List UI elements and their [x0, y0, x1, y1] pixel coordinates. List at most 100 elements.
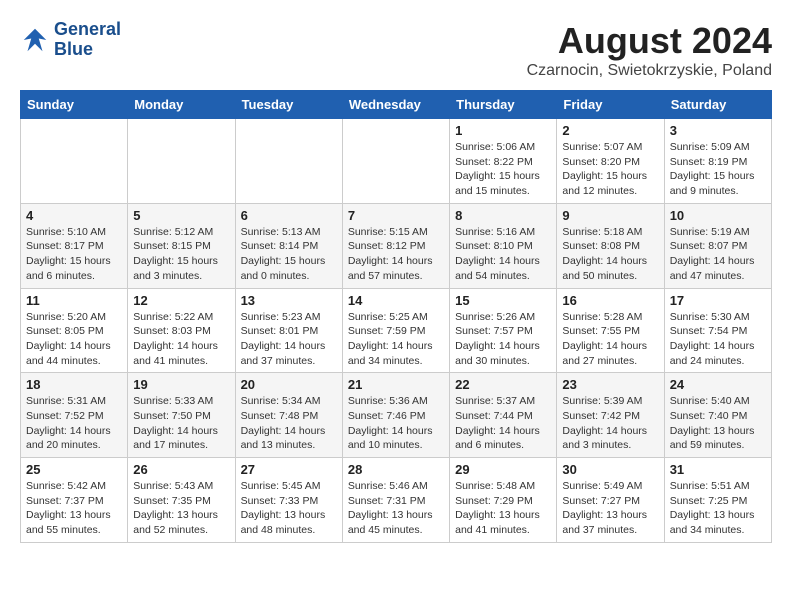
day-detail: Sunrise: 5:40 AM Sunset: 7:40 PM Dayligh…	[670, 394, 766, 453]
calendar-day-cell: 9 Sunrise: 5:18 AM Sunset: 8:08 PM Daylig…	[557, 203, 664, 288]
day-detail: Sunrise: 5:22 AM Sunset: 8:03 PM Dayligh…	[133, 310, 229, 369]
calendar-day-cell	[342, 119, 449, 204]
calendar-day-cell: 17 Sunrise: 5:30 AM Sunset: 7:54 PM Dayli…	[664, 288, 771, 373]
day-detail: Sunrise: 5:07 AM Sunset: 8:20 PM Dayligh…	[562, 140, 658, 199]
title-section: August 2024 Czarnocin, Swietokrzyskie, P…	[527, 20, 772, 80]
day-detail: Sunrise: 5:15 AM Sunset: 8:12 PM Dayligh…	[348, 225, 444, 284]
month-title: August 2024	[527, 20, 772, 62]
day-detail: Sunrise: 5:06 AM Sunset: 8:22 PM Dayligh…	[455, 140, 551, 199]
calendar-day-cell: 28Sunrise: 5:46 AM Sunset: 7:31 PM Dayli…	[342, 458, 449, 543]
calendar-day-cell: 31 Sunrise: 5:51 AM Sunset: 7:25 PM Dayli…	[664, 458, 771, 543]
calendar-day-cell: 3 Sunrise: 5:09 AM Sunset: 8:19 PM Daylig…	[664, 119, 771, 204]
calendar-header-sunday: Sunday	[21, 91, 128, 119]
calendar-day-cell: 29Sunrise: 5:48 AM Sunset: 7:29 PM Dayli…	[450, 458, 557, 543]
day-number: 31	[670, 462, 766, 477]
day-detail: Sunrise: 5:33 AM Sunset: 7:50 PM Dayligh…	[133, 394, 229, 453]
day-number: 14	[348, 293, 444, 308]
day-detail: Sunrise: 5:36 AM Sunset: 7:46 PM Dayligh…	[348, 394, 444, 453]
calendar-week-row: 18 Sunrise: 5:31 AM Sunset: 7:52 PM Dayli…	[21, 373, 772, 458]
calendar-header-thursday: Thursday	[450, 91, 557, 119]
calendar-day-cell: 10 Sunrise: 5:19 AM Sunset: 8:07 PM Dayli…	[664, 203, 771, 288]
day-number: 11	[26, 293, 122, 308]
day-number: 1	[455, 123, 551, 138]
calendar-day-cell: 21 Sunrise: 5:36 AM Sunset: 7:46 PM Dayli…	[342, 373, 449, 458]
day-detail: Sunrise: 5:12 AM Sunset: 8:15 PM Dayligh…	[133, 225, 229, 284]
day-detail: Sunrise: 5:26 AM Sunset: 7:57 PM Dayligh…	[455, 310, 551, 369]
calendar-day-cell: 12 Sunrise: 5:22 AM Sunset: 8:03 PM Dayli…	[128, 288, 235, 373]
calendar-day-cell: 20Sunrise: 5:34 AM Sunset: 7:48 PM Dayli…	[235, 373, 342, 458]
day-detail: Sunrise: 5:43 AM Sunset: 7:35 PM Dayligh…	[133, 479, 229, 538]
day-detail: Sunrise: 5:13 AM Sunset: 8:14 PM Dayligh…	[241, 225, 337, 284]
day-number: 10	[670, 208, 766, 223]
day-number: 2	[562, 123, 658, 138]
day-number: 15	[455, 293, 551, 308]
calendar-day-cell: 6Sunrise: 5:13 AM Sunset: 8:14 PM Daylig…	[235, 203, 342, 288]
day-number: 9	[562, 208, 658, 223]
day-detail: Sunrise: 5:09 AM Sunset: 8:19 PM Dayligh…	[670, 140, 766, 199]
day-detail: Sunrise: 5:30 AM Sunset: 7:54 PM Dayligh…	[670, 310, 766, 369]
day-number: 13	[241, 293, 337, 308]
day-detail: Sunrise: 5:23 AM Sunset: 8:01 PM Dayligh…	[241, 310, 337, 369]
day-number: 18	[26, 377, 122, 392]
calendar-day-cell: 13 Sunrise: 5:23 AM Sunset: 8:01 PM Dayli…	[235, 288, 342, 373]
calendar-header-tuesday: Tuesday	[235, 91, 342, 119]
calendar-day-cell: 30 Sunrise: 5:49 AM Sunset: 7:27 PM Dayli…	[557, 458, 664, 543]
calendar-week-row: 25Sunrise: 5:42 AM Sunset: 7:37 PM Dayli…	[21, 458, 772, 543]
day-number: 16	[562, 293, 658, 308]
day-number: 8	[455, 208, 551, 223]
day-detail: Sunrise: 5:19 AM Sunset: 8:07 PM Dayligh…	[670, 225, 766, 284]
calendar-day-cell: 1 Sunrise: 5:06 AM Sunset: 8:22 PM Daylig…	[450, 119, 557, 204]
day-number: 22	[455, 377, 551, 392]
calendar-day-cell: 2 Sunrise: 5:07 AM Sunset: 8:20 PM Daylig…	[557, 119, 664, 204]
day-detail: Sunrise: 5:31 AM Sunset: 7:52 PM Dayligh…	[26, 394, 122, 453]
day-detail: Sunrise: 5:49 AM Sunset: 7:27 PM Dayligh…	[562, 479, 658, 538]
day-detail: Sunrise: 5:39 AM Sunset: 7:42 PM Dayligh…	[562, 394, 658, 453]
calendar-day-cell: 5 Sunrise: 5:12 AM Sunset: 8:15 PM Daylig…	[128, 203, 235, 288]
calendar-day-cell: 4 Sunrise: 5:10 AM Sunset: 8:17 PM Daylig…	[21, 203, 128, 288]
day-number: 17	[670, 293, 766, 308]
calendar-week-row: 4 Sunrise: 5:10 AM Sunset: 8:17 PM Daylig…	[21, 203, 772, 288]
day-number: 23	[562, 377, 658, 392]
day-detail: Sunrise: 5:46 AM Sunset: 7:31 PM Dayligh…	[348, 479, 444, 538]
day-detail: Sunrise: 5:28 AM Sunset: 7:55 PM Dayligh…	[562, 310, 658, 369]
logo-icon	[20, 25, 50, 55]
calendar-week-row: 1 Sunrise: 5:06 AM Sunset: 8:22 PM Daylig…	[21, 119, 772, 204]
day-number: 4	[26, 208, 122, 223]
day-detail: Sunrise: 5:51 AM Sunset: 7:25 PM Dayligh…	[670, 479, 766, 538]
calendar-day-cell	[21, 119, 128, 204]
day-detail: Sunrise: 5:34 AM Sunset: 7:48 PM Dayligh…	[241, 394, 337, 453]
day-number: 5	[133, 208, 229, 223]
calendar-day-cell: 25Sunrise: 5:42 AM Sunset: 7:37 PM Dayli…	[21, 458, 128, 543]
calendar-day-cell: 7 Sunrise: 5:15 AM Sunset: 8:12 PM Daylig…	[342, 203, 449, 288]
calendar-header-saturday: Saturday	[664, 91, 771, 119]
day-number: 7	[348, 208, 444, 223]
calendar-day-cell	[128, 119, 235, 204]
calendar-day-cell: 18 Sunrise: 5:31 AM Sunset: 7:52 PM Dayli…	[21, 373, 128, 458]
day-number: 21	[348, 377, 444, 392]
calendar-header-wednesday: Wednesday	[342, 91, 449, 119]
calendar-day-cell: 14 Sunrise: 5:25 AM Sunset: 7:59 PM Dayli…	[342, 288, 449, 373]
day-number: 12	[133, 293, 229, 308]
day-detail: Sunrise: 5:20 AM Sunset: 8:05 PM Dayligh…	[26, 310, 122, 369]
calendar-day-cell: 15 Sunrise: 5:26 AM Sunset: 7:57 PM Dayli…	[450, 288, 557, 373]
day-number: 24	[670, 377, 766, 392]
calendar-day-cell: 27Sunrise: 5:45 AM Sunset: 7:33 PM Dayli…	[235, 458, 342, 543]
day-detail: Sunrise: 5:16 AM Sunset: 8:10 PM Dayligh…	[455, 225, 551, 284]
calendar-header-monday: Monday	[128, 91, 235, 119]
calendar-day-cell: 23 Sunrise: 5:39 AM Sunset: 7:42 PM Dayli…	[557, 373, 664, 458]
location-title: Czarnocin, Swietokrzyskie, Poland	[527, 62, 772, 80]
day-detail: Sunrise: 5:42 AM Sunset: 7:37 PM Dayligh…	[26, 479, 122, 538]
logo-text: General Blue	[54, 20, 121, 60]
calendar-day-cell: 22Sunrise: 5:37 AM Sunset: 7:44 PM Dayli…	[450, 373, 557, 458]
calendar-header-row: SundayMondayTuesdayWednesdayThursdayFrid…	[21, 91, 772, 119]
logo: General Blue	[20, 20, 121, 60]
day-detail: Sunrise: 5:10 AM Sunset: 8:17 PM Dayligh…	[26, 225, 122, 284]
day-number: 30	[562, 462, 658, 477]
page-header: General Blue August 2024 Czarnocin, Swie…	[20, 20, 772, 80]
day-detail: Sunrise: 5:25 AM Sunset: 7:59 PM Dayligh…	[348, 310, 444, 369]
calendar-day-cell: 8 Sunrise: 5:16 AM Sunset: 8:10 PM Daylig…	[450, 203, 557, 288]
day-number: 27	[241, 462, 337, 477]
calendar-day-cell	[235, 119, 342, 204]
day-detail: Sunrise: 5:18 AM Sunset: 8:08 PM Dayligh…	[562, 225, 658, 284]
day-number: 3	[670, 123, 766, 138]
